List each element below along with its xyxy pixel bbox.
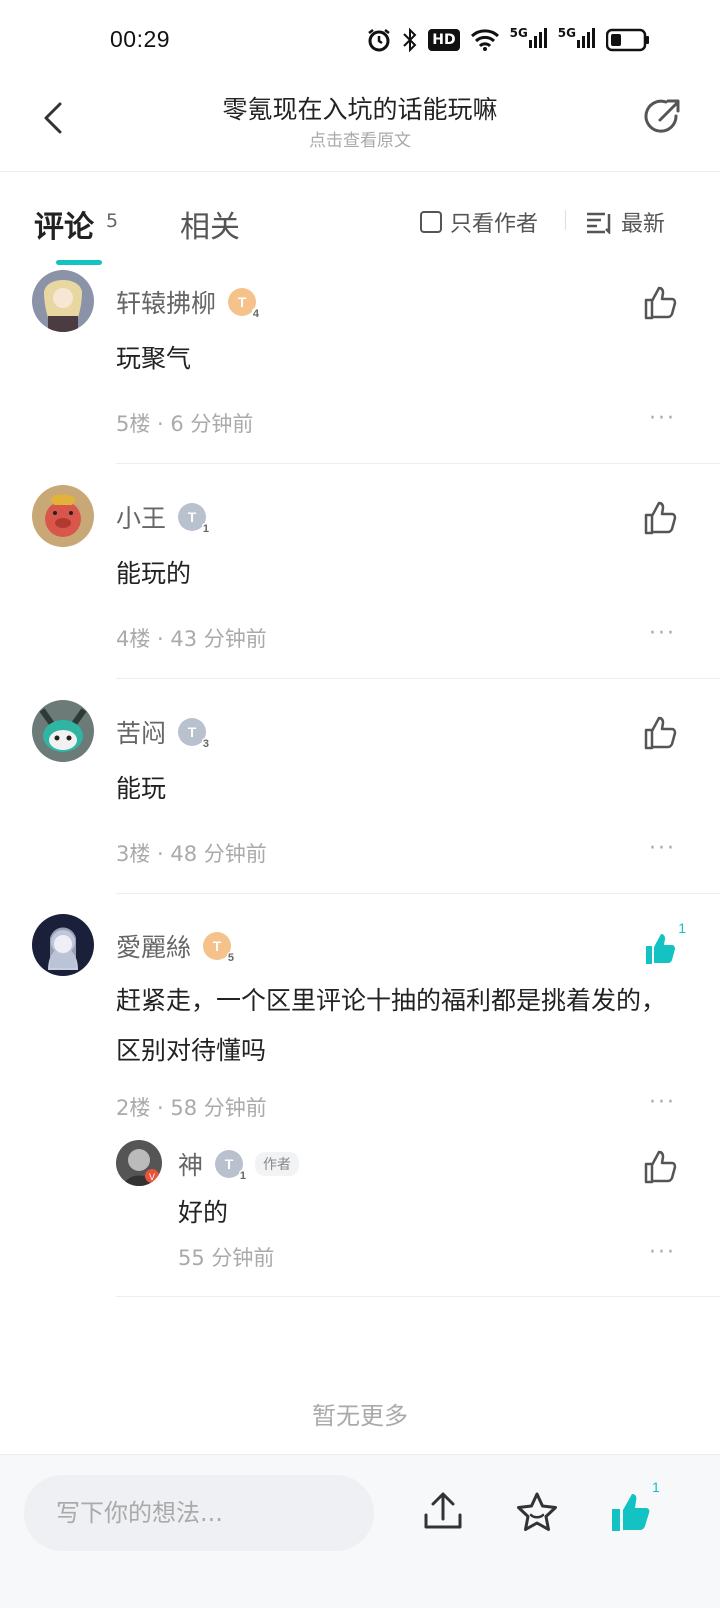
level-number: 4 bbox=[251, 308, 261, 320]
username[interactable]: 小王 bbox=[116, 499, 166, 535]
comment-item: 轩辕拂柳 T4 玩聚气 5楼 · 6 分钟前 ··· bbox=[0, 270, 720, 464]
divider bbox=[116, 1296, 720, 1297]
avatar[interactable] bbox=[32, 914, 94, 976]
level-badge-icon: T1 bbox=[178, 503, 211, 535]
thumbs-up-icon[interactable] bbox=[640, 497, 680, 537]
comment-text: 能玩的 bbox=[116, 559, 192, 588]
reply-item: V 神 T1 作者 好的 55 分钟前 ··· bbox=[0, 1140, 720, 1280]
like-count: 1 bbox=[678, 920, 686, 936]
top-bar: 零氪现在入坑的话能玩嘛 点击查看原文 bbox=[0, 80, 720, 172]
level-letter: T bbox=[187, 509, 197, 525]
level-badge-icon: T4 bbox=[228, 288, 261, 320]
avatar[interactable] bbox=[32, 485, 94, 547]
active-tab-indicator bbox=[56, 260, 102, 265]
level-number: 1 bbox=[201, 523, 211, 535]
author-badge: 作者 bbox=[255, 1152, 300, 1176]
signal-1-label: 5G bbox=[509, 26, 528, 40]
comment-item: 苦闷 T3 能玩 3楼 · 48 分钟前 ··· bbox=[0, 700, 720, 894]
divider bbox=[116, 463, 720, 464]
divider bbox=[116, 678, 720, 679]
favorite-star-icon[interactable] bbox=[514, 1489, 560, 1535]
comment-text: 赶紧走，一个区里评论十抽的福利都是挑着发的，区别对待懂吗 bbox=[116, 986, 667, 1065]
comment-meta: 4楼 · 43 分钟前 bbox=[116, 627, 267, 651]
reply-text: 好的 bbox=[178, 1198, 229, 1227]
signal-2-label: 5G bbox=[557, 26, 576, 40]
view-original-link[interactable]: 点击查看原文 bbox=[0, 126, 720, 151]
comment-username[interactable]: 愛麗絲 T5 bbox=[116, 928, 236, 964]
comment-meta: 2楼 · 58 分钟前 bbox=[116, 1096, 267, 1120]
status-bar: 00:29 HD 5G 5G bbox=[0, 0, 720, 80]
hd-icon: HD bbox=[428, 29, 460, 51]
avatar[interactable] bbox=[32, 270, 94, 332]
comment-tabs: 评论 5 相关 只看作者 最新 bbox=[0, 172, 720, 266]
level-number: 1 bbox=[238, 1170, 248, 1182]
level-number: 3 bbox=[201, 738, 211, 750]
more-options-icon[interactable]: ··· bbox=[649, 836, 676, 861]
reply-meta: 55 分钟前 bbox=[178, 1246, 275, 1270]
comment-input[interactable]: 写下你的想法... bbox=[24, 1475, 374, 1551]
more-options-icon[interactable]: ··· bbox=[649, 1240, 676, 1265]
comment-count: 5 bbox=[106, 210, 119, 232]
comment-meta: 5楼 · 6 分钟前 bbox=[116, 412, 254, 436]
level-badge-icon: T5 bbox=[203, 932, 236, 964]
thumbs-up-icon[interactable] bbox=[640, 282, 680, 322]
bottom-bar: 写下你的想法... 1 bbox=[0, 1454, 720, 1608]
tab-related[interactable]: 相关 bbox=[180, 202, 240, 246]
like-count: 1 bbox=[652, 1479, 660, 1495]
thumbs-up-filled-icon[interactable] bbox=[640, 928, 680, 968]
comment-username[interactable]: 轩辕拂柳 T4 bbox=[116, 284, 261, 320]
sort-label: 最新 bbox=[621, 212, 666, 237]
level-letter: T bbox=[237, 294, 247, 310]
svg-text:V: V bbox=[149, 1172, 155, 1182]
status-icons: HD 5G 5G bbox=[366, 26, 650, 54]
divider bbox=[116, 893, 720, 894]
wifi-icon bbox=[470, 26, 500, 54]
thumbs-up-icon[interactable] bbox=[640, 712, 680, 752]
level-letter: T bbox=[224, 1156, 234, 1172]
alarm-icon bbox=[366, 26, 392, 54]
checkbox-icon[interactable] bbox=[420, 211, 442, 233]
avatar[interactable]: V bbox=[116, 1140, 162, 1186]
only-author-label: 只看作者 bbox=[450, 212, 539, 237]
share-upload-icon[interactable] bbox=[420, 1489, 466, 1535]
signal-1-icon: 5G bbox=[510, 26, 548, 54]
comment-username[interactable]: 苦闷 T3 bbox=[116, 714, 211, 750]
page-title[interactable]: 零氪现在入坑的话能玩嘛 bbox=[0, 90, 720, 126]
username[interactable]: 苦闷 bbox=[116, 714, 166, 750]
comment-item: 愛麗絲 T5 1 赶紧走，一个区里评论十抽的福利都是挑着发的，区别对待懂吗 2楼… bbox=[0, 914, 720, 1298]
level-letter: T bbox=[187, 724, 197, 740]
level-number: 5 bbox=[226, 952, 236, 964]
thumbs-up-icon[interactable] bbox=[640, 1146, 680, 1186]
signal-2-icon: 5G bbox=[558, 26, 596, 54]
comment-text: 能玩 bbox=[116, 774, 167, 803]
reply-username[interactable]: 神 T1 作者 bbox=[178, 1146, 300, 1182]
comment-username[interactable]: 小王 T1 bbox=[116, 499, 211, 535]
level-badge-icon: T3 bbox=[178, 718, 211, 750]
tab-comments[interactable]: 评论 bbox=[34, 202, 94, 246]
only-author-filter[interactable]: 只看作者 bbox=[420, 206, 538, 238]
sort-icon bbox=[587, 212, 611, 234]
comment-meta: 3楼 · 48 分钟前 bbox=[116, 842, 267, 866]
comment-text: 玩聚气 bbox=[116, 344, 192, 373]
level-badge-icon: T1 bbox=[215, 1150, 248, 1182]
status-time: 00:29 bbox=[110, 26, 171, 52]
sort-button[interactable]: 最新 bbox=[585, 206, 665, 238]
username[interactable]: 轩辕拂柳 bbox=[116, 284, 216, 320]
avatar[interactable] bbox=[32, 700, 94, 762]
more-options-icon[interactable]: ··· bbox=[649, 1090, 676, 1115]
battery-icon bbox=[606, 26, 650, 54]
more-options-icon[interactable]: ··· bbox=[649, 406, 676, 431]
level-letter: T bbox=[212, 938, 222, 954]
share-icon[interactable] bbox=[640, 96, 684, 140]
username[interactable]: 愛麗絲 bbox=[116, 928, 191, 964]
more-options-icon[interactable]: ··· bbox=[649, 621, 676, 646]
comment-item: 小王 T1 能玩的 4楼 · 43 分钟前 ··· bbox=[0, 485, 720, 679]
divider bbox=[565, 210, 566, 230]
username[interactable]: 神 bbox=[178, 1146, 203, 1182]
bluetooth-icon bbox=[402, 26, 418, 54]
no-more-text: 暂无更多 bbox=[312, 1402, 408, 1430]
like-filled-icon[interactable] bbox=[608, 1489, 654, 1535]
